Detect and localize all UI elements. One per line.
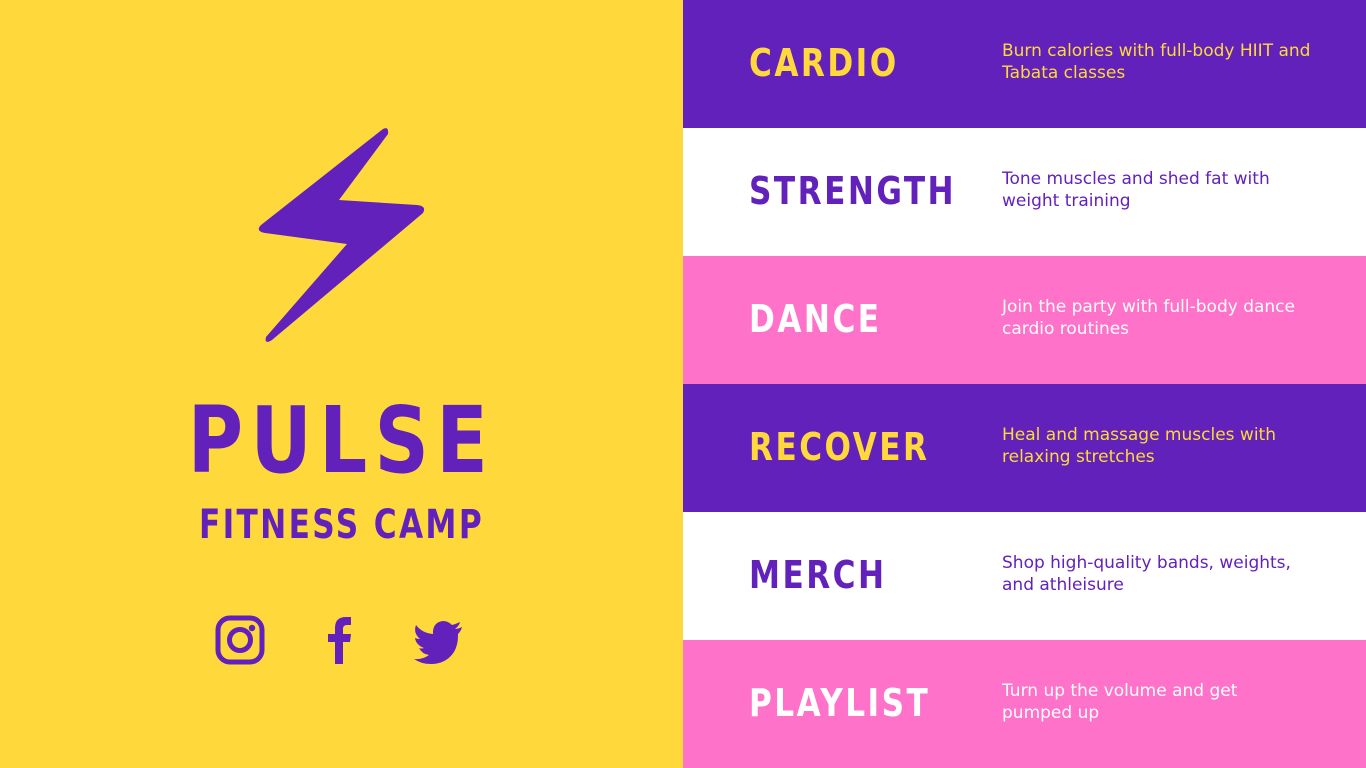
programs-list: CARDIO Burn calories with full-body HIIT…	[683, 0, 1366, 768]
program-description: Turn up the volume and get pumped up	[1002, 681, 1238, 723]
program-title: STRENGTH	[749, 169, 957, 213]
program-row-strength[interactable]: STRENGTH Tone muscles and shed fat with …	[683, 128, 1366, 256]
lightning-bolt-icon	[258, 128, 425, 342]
program-row-merch[interactable]: MERCH Shop high-quality bands, weights, …	[683, 512, 1366, 640]
instagram-icon[interactable]	[214, 612, 266, 668]
program-row-cardio[interactable]: CARDIO Burn calories with full-body HIIT…	[683, 0, 1366, 128]
program-description: Heal and massage muscles with relaxing s…	[1002, 425, 1276, 467]
program-row-dance[interactable]: DANCE Join the party with full-body danc…	[683, 256, 1366, 384]
brand-subtitle: FITNESS CAMP	[198, 502, 485, 548]
facebook-icon[interactable]	[313, 612, 365, 668]
program-title: DANCE	[749, 297, 882, 341]
program-row-recover[interactable]: RECOVER Heal and massage muscles with re…	[683, 384, 1366, 512]
brand-title: PULSE	[187, 387, 496, 494]
program-description: Join the party with full-body dance card…	[1002, 297, 1295, 339]
program-title: PLAYLIST	[749, 681, 931, 725]
program-title: CARDIO	[749, 41, 899, 85]
twitter-icon[interactable]	[412, 612, 464, 668]
program-title: RECOVER	[749, 425, 930, 469]
program-title: MERCH	[749, 553, 887, 597]
program-description: Burn calories with full-body HIIT and Ta…	[1002, 41, 1311, 83]
program-description: Tone muscles and shed fat with weight tr…	[1002, 169, 1270, 211]
program-row-playlist[interactable]: PLAYLIST Turn up the volume and get pump…	[683, 640, 1366, 768]
program-description: Shop high-quality bands, weights, and at…	[1002, 553, 1291, 595]
brand-panel: PULSE FITNESS CAMP	[0, 0, 683, 768]
